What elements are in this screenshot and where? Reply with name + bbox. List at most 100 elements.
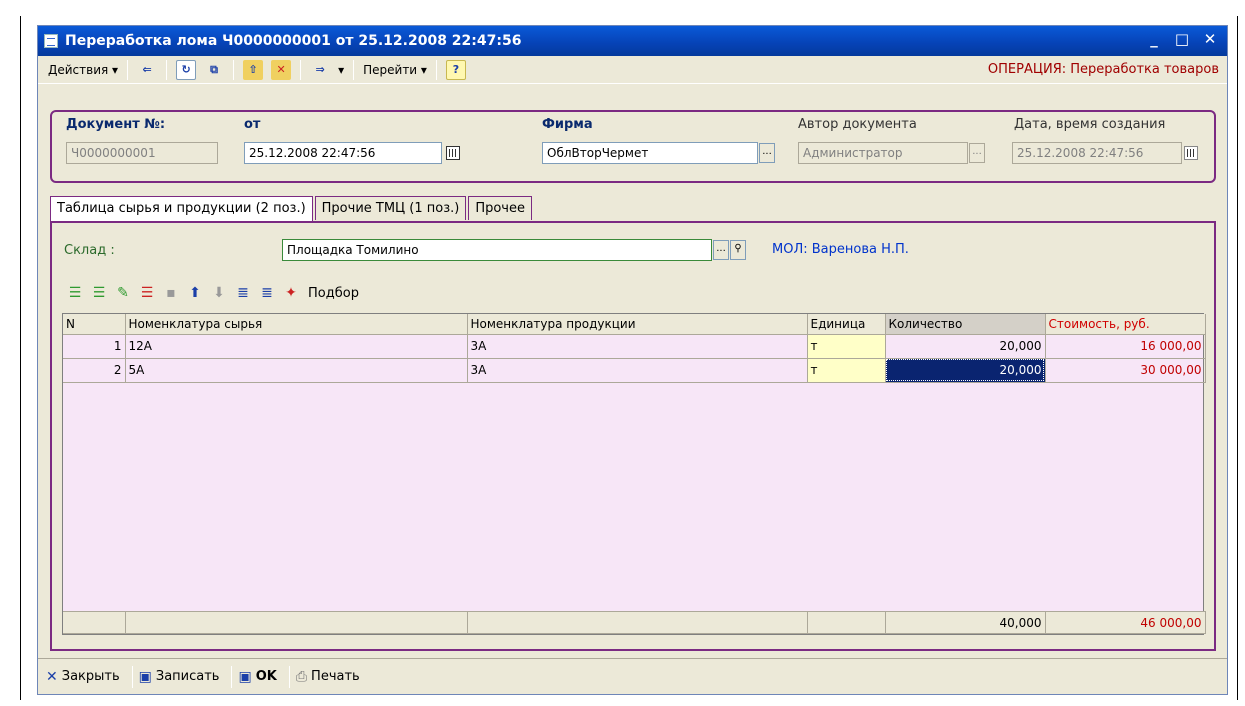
warehouse-field[interactable]: Площадка Томилино <box>282 239 712 261</box>
cell-product[interactable]: 3А <box>467 358 808 383</box>
column-header-n[interactable]: N <box>63 314 126 335</box>
cell-n[interactable]: 1 <box>63 334 126 359</box>
column-header-raw[interactable]: Номенклатура сырья <box>125 314 468 335</box>
cell-product[interactable]: 3А <box>467 334 808 359</box>
toolbar-separator <box>435 59 437 80</box>
selection-icon[interactable]: ✦ <box>282 284 300 302</box>
refresh-icon[interactable]: ↻ <box>176 59 197 80</box>
bottom-separator <box>231 665 233 688</box>
totals-row: 40,000 46 000,00 <box>63 611 1206 634</box>
total-qty: 40,000 <box>885 611 1046 634</box>
window-title: Переработка лома Ч0000000001 от 25.12.20… <box>65 33 522 49</box>
items-grid: N Номенклатура сырья Номенклатура продук… <box>62 313 1206 635</box>
close-icon: ✕ <box>46 668 58 685</box>
header-group: Документ №: Ч0000000001 от 25.12.2008 22… <box>50 110 1216 183</box>
save-and-close-icon: ▣ <box>238 668 252 685</box>
delete-row-icon[interactable]: ☰ <box>138 284 156 302</box>
ok-button[interactable]: ▣ OK <box>238 669 276 685</box>
title-bar[interactable]: Переработка лома Ч0000000001 от 25.12.20… <box>38 26 1227 56</box>
calendar-icon-disabled <box>1184 146 1198 160</box>
column-header-cost[interactable]: Стоимость, руб. <box>1045 314 1206 335</box>
toolbar-separator <box>127 59 129 80</box>
date-field[interactable]: 25.12.2008 22:47:56 <box>244 142 442 164</box>
cell-cost[interactable]: 30 000,00 <box>1045 358 1206 383</box>
footer-cell <box>125 611 468 634</box>
tab-raw-and-products[interactable]: Таблица сырья и продукции (2 поз.) <box>50 196 313 222</box>
author-label: Автор документа <box>798 117 917 132</box>
unpost-document-icon[interactable]: ✕ <box>271 59 292 80</box>
created-field[interactable]: 25.12.2008 22:47:56 <box>1012 142 1182 164</box>
toolbar-separator <box>353 59 355 80</box>
printer-icon: ⎙ <box>295 668 308 685</box>
cell-unit[interactable]: т <box>807 358 886 383</box>
cell-qty[interactable]: 20,000 <box>885 334 1046 359</box>
document-icon <box>44 34 58 48</box>
save-button[interactable]: ▣ Записать <box>139 669 220 685</box>
cell-raw[interactable]: 12А <box>125 334 468 359</box>
date-label: от <box>244 117 261 132</box>
cell-n[interactable]: 2 <box>63 358 126 383</box>
tab-other[interactable]: Прочее <box>468 196 532 220</box>
end-edit-icon[interactable]: ▪ <box>162 284 180 302</box>
tab-panel: Склад : Площадка Томилино ... ⚲ МОЛ: Вар… <box>50 221 1216 651</box>
podbor-button[interactable]: Подбор <box>308 286 359 301</box>
mol-text[interactable]: МОЛ: Варенова Н.П. <box>772 242 909 257</box>
main-toolbar: Действия ▾ ⇐ ↻ ⧉ ⇧ ✕ ⇒ ▾ Перейти ▾ ? ОПЕ… <box>38 56 1227 84</box>
bottom-command-bar: ✕ Закрыть ▣ Записать ▣ OK ⎙ Печать <box>38 658 1227 694</box>
print-button[interactable]: ⎙ Печать <box>296 669 360 685</box>
column-header-product[interactable]: Номенклатура продукции <box>467 314 808 335</box>
column-header-qty[interactable]: Количество <box>885 314 1046 335</box>
firm-label: Фирма <box>542 117 593 132</box>
created-label: Дата, время создания <box>1014 117 1166 132</box>
author-select-button[interactable]: ... <box>969 143 985 163</box>
help-icon[interactable]: ? <box>445 59 466 80</box>
warehouse-select-button[interactable]: ... <box>713 240 729 260</box>
tab-strip: Таблица сырья и продукции (2 поз.) Прочи… <box>50 196 534 222</box>
toolbar-separator <box>300 59 302 80</box>
footer-cell <box>807 611 886 634</box>
cell-raw[interactable]: 5А <box>125 358 468 383</box>
column-header-unit[interactable]: Единица <box>807 314 886 335</box>
firm-select-button[interactable]: ... <box>759 143 775 163</box>
cell-cost[interactable]: 16 000,00 <box>1045 334 1206 359</box>
tab-other-goods[interactable]: Прочие ТМЦ (1 поз.) <box>314 196 467 220</box>
close-button[interactable]: ✕ Закрыть <box>46 669 120 685</box>
sort-descending-icon[interactable]: ≣ <box>258 284 276 302</box>
close-label: Закрыть <box>61 669 120 684</box>
doc-number-field[interactable]: Ч0000000001 <box>66 142 218 164</box>
operation-link[interactable]: ОПЕРАЦИЯ: Переработка товаров <box>988 62 1219 77</box>
copy-icon[interactable]: ⧉ <box>204 60 224 80</box>
calendar-icon[interactable] <box>446 146 460 160</box>
goto-menu[interactable]: Перейти ▾ <box>363 63 427 77</box>
author-field[interactable]: Администратор <box>798 142 968 164</box>
grid-footer: 40,000 46 000,00 <box>63 611 1206 634</box>
edit-row-icon[interactable]: ✎ <box>114 284 132 302</box>
warehouse-search-button[interactable]: ⚲ <box>730 240 746 260</box>
actions-menu[interactable]: Действия ▾ <box>48 63 118 77</box>
footer-cell <box>63 611 126 634</box>
bottom-separator <box>131 665 133 688</box>
bottom-separator <box>288 665 290 688</box>
minimize-button[interactable]: _ <box>1145 30 1163 48</box>
save-label: Записать <box>155 669 220 684</box>
move-down-icon[interactable]: ⬇ <box>210 284 228 302</box>
table-row[interactable]: 1 12А 3А т 20,000 16 000,00 <box>63 334 1206 359</box>
sort-ascending-icon[interactable]: ≣ <box>234 284 252 302</box>
window-controls: _ □ ✕ <box>1145 30 1219 48</box>
maximize-button[interactable]: □ <box>1173 30 1191 48</box>
post-document-icon[interactable]: ⇧ <box>243 59 264 80</box>
grid-toolbar: ☰ ☰ ✎ ☰ ▪ ⬆ ⬇ ≣ ≣ ✦ Подбор <box>66 281 359 305</box>
based-on-icon[interactable]: ⇒ <box>310 60 330 80</box>
table-row[interactable]: 2 5А 3А т 20,000 30 000,00 <box>63 358 1206 383</box>
close-window-button[interactable]: ✕ <box>1201 30 1219 48</box>
copy-row-icon[interactable]: ☰ <box>90 284 108 302</box>
firm-field[interactable]: ОблВторЧермет <box>542 142 758 164</box>
based-on-dropdown-icon[interactable]: ▾ <box>338 63 344 77</box>
enter-icon[interactable]: ⇐ <box>137 60 157 80</box>
move-up-icon[interactable]: ⬆ <box>186 284 204 302</box>
toolbar-separator <box>166 59 168 80</box>
add-row-icon[interactable]: ☰ <box>66 284 84 302</box>
cell-qty-selected[interactable]: 20,000 <box>885 358 1046 383</box>
toolbar-separator <box>233 59 235 80</box>
cell-unit[interactable]: т <box>807 334 886 359</box>
